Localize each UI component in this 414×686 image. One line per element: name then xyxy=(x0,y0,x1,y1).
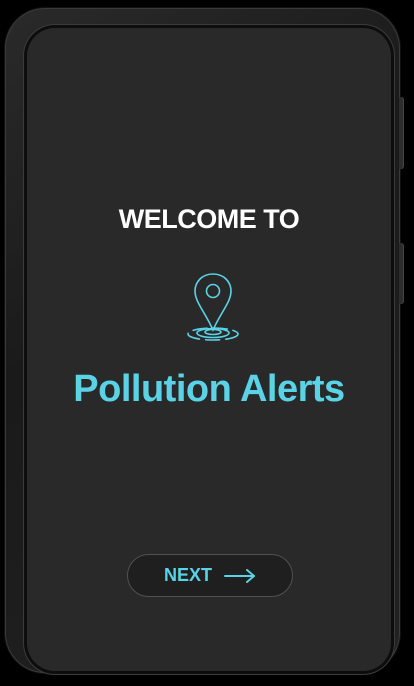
app-title: Pollution Alerts xyxy=(73,368,345,410)
arrow-right-icon xyxy=(224,568,255,583)
location-pin-icon xyxy=(187,273,239,341)
volume-button xyxy=(399,243,404,304)
next-button-label: NEXT xyxy=(163,565,212,585)
phone-frame: WELCOME TO Pollution Alerts NEXT xyxy=(5,8,400,673)
welcome-screen: WELCOME TO Pollution Alerts NEXT xyxy=(27,28,391,671)
next-button[interactable]: NEXT xyxy=(127,554,293,597)
power-button xyxy=(399,97,404,169)
welcome-heading: WELCOME TO xyxy=(118,204,300,234)
